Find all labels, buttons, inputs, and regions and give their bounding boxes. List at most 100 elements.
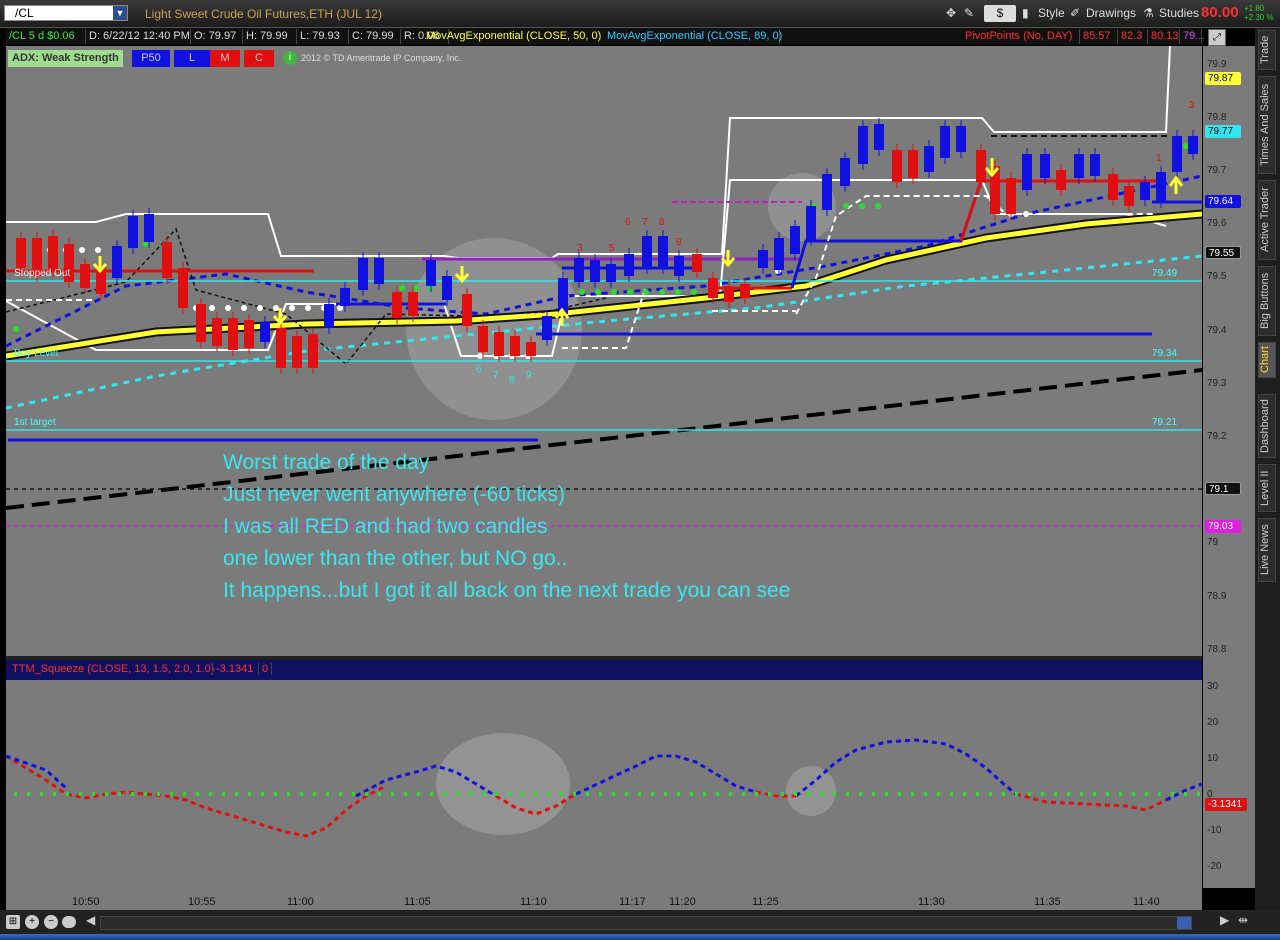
tab-big-buttons[interactable]: Big Buttons <box>1258 266 1276 336</box>
candle-body <box>128 216 138 248</box>
candle-body <box>642 236 652 268</box>
annotation-line-5: It happens...but I got it all back on th… <box>223 579 791 602</box>
count-number: 9 <box>526 370 532 381</box>
tab-dashboard[interactable]: Dashboard <box>1258 394 1276 458</box>
level-7921-label: 79.21 <box>1152 417 1178 428</box>
chart-info-bar: /CL 5 d $0.06 D: 6/22/12 12:40 PM O: 79.… <box>6 28 1204 45</box>
zoom-in-icon[interactable]: + <box>25 915 39 929</box>
count-number: 7 <box>493 370 499 381</box>
candle-body <box>292 336 302 368</box>
time-scrollbar[interactable] <box>100 916 1192 930</box>
momentum-blue-2 <box>575 754 757 796</box>
price-axis[interactable]: 79.9 79.8 79.7 79.6 79.5 79.4 79.3 79.2 … <box>1203 46 1255 888</box>
candle-body <box>1006 178 1016 214</box>
squeeze-panel[interactable]: TTM_Squeeze (CLOSE, 13, 1.5, 2.0, 1.0) -… <box>6 660 1202 888</box>
m-button[interactable]: M <box>210 50 240 67</box>
symbol-input[interactable]: /CL ▼ <box>4 5 128 21</box>
expand-icon[interactable]: ⇹ <box>1238 913 1248 927</box>
candle-body <box>162 242 172 278</box>
annotation-line-1: Worst trade of the day <box>223 451 430 474</box>
style-button[interactable]: Style <box>1038 5 1065 22</box>
tab-level-ii[interactable]: Level II <box>1258 464 1276 512</box>
bar-high: H: 79.99 <box>243 29 297 44</box>
candle-body <box>840 158 850 186</box>
count-number: 9 <box>676 237 682 248</box>
candle-body <box>358 258 368 290</box>
price-tick: 79.9 <box>1207 59 1227 70</box>
c-button[interactable]: C <box>244 50 274 67</box>
candle-body <box>874 124 884 150</box>
price-chart[interactable]: 6 7 8 9 3 5 6 7 8 9 1 3 Stopped Out Buy … <box>6 46 1202 656</box>
crosshair-tool-icon[interactable]: ✥ <box>946 5 956 22</box>
candle-body <box>822 174 832 210</box>
candle-body <box>858 126 868 164</box>
drawing-tool-icon[interactable]: ⊞ <box>6 915 20 929</box>
candle-body <box>1156 172 1166 202</box>
ema89-label[interactable]: MovAvgExponential (CLOSE, 89, 0) <box>604 29 782 44</box>
pivot-more: 79... <box>1180 29 1204 44</box>
tab-trade[interactable]: Trade <box>1258 30 1276 70</box>
squeeze-tick: 10 <box>1207 753 1219 764</box>
zoom-out-icon[interactable]: − <box>44 915 58 929</box>
candle-body <box>1056 170 1066 190</box>
squeeze-tick: 20 <box>1207 717 1219 728</box>
info-icon[interactable]: i <box>283 51 297 65</box>
time-scrollbar-thumb[interactable] <box>1177 917 1191 929</box>
wrench-icon[interactable]: ✎ <box>964 5 974 22</box>
candle-body <box>908 150 918 178</box>
candle-body <box>1022 154 1032 190</box>
dollar-button[interactable]: $ <box>984 5 1016 22</box>
studies-button[interactable]: Studies <box>1159 5 1199 22</box>
candle-body <box>774 238 784 270</box>
pivot-r1: 85.57 <box>1080 29 1118 44</box>
adx-badge[interactable]: ADX: Weak Strength <box>8 50 123 67</box>
candle-body <box>892 150 902 182</box>
drawings-button[interactable]: Drawings <box>1086 5 1136 22</box>
price-tick: 79.2 <box>1207 431 1227 442</box>
price-tag-blue: 79.64 <box>1205 195 1241 208</box>
candle-body <box>112 246 122 278</box>
candle-body <box>1074 154 1084 178</box>
count-number: 3 <box>577 243 583 254</box>
candle-body <box>48 236 58 272</box>
right-sidebar: Trade Times And Sales Active Trader Big … <box>1255 28 1280 912</box>
pivot-s1: 80.13 <box>1148 29 1180 44</box>
tab-times-and-sales[interactable]: Times And Sales <box>1258 76 1276 174</box>
upper-band <box>6 46 1171 259</box>
candle-body <box>392 292 402 318</box>
price-change-pct: +2.30 % <box>1244 13 1274 22</box>
first-target-label: 1st target <box>14 417 56 428</box>
candle-body <box>758 250 768 268</box>
tab-live-news[interactable]: Live News <box>1258 518 1276 582</box>
squeeze-tick: -10 <box>1207 825 1222 836</box>
candle-body <box>80 264 90 288</box>
tab-active-trader[interactable]: Active Trader <box>1258 180 1276 260</box>
time-tick: 11:35 <box>1034 896 1061 908</box>
count-number: 3 <box>1189 100 1195 111</box>
ema50-label[interactable]: MovAvgExponential (CLOSE, 50, 0) <box>423 29 601 44</box>
symbol-dropdown-icon[interactable]: ▼ <box>113 6 127 20</box>
maximize-chart-icon[interactable]: ⤢ <box>1208 29 1226 46</box>
p50-button[interactable]: P50 <box>132 50 170 67</box>
last-price: 80.00 <box>1201 4 1239 21</box>
bar-open: O: 79.97 <box>191 29 243 44</box>
price-change-abs: +1.80 <box>1244 4 1265 13</box>
bar-close: C: 79.99 <box>349 29 401 44</box>
candle-body <box>408 292 418 316</box>
time-axis[interactable]: 10:50 10:55 11:00 11:05 11:10 11:17 11:2… <box>6 888 1202 910</box>
candle-body <box>228 318 238 350</box>
price-tick: 78.8 <box>1207 644 1227 655</box>
symbol-text: /CL <box>15 6 34 20</box>
tab-chart[interactable]: Chart <box>1258 342 1276 378</box>
candle-body <box>924 146 934 172</box>
l-button[interactable]: L <box>174 50 210 67</box>
scroll-right-icon[interactable]: ▶ <box>1220 913 1229 927</box>
scroll-left-icon[interactable]: ◀ <box>86 913 95 927</box>
candle-body <box>1188 136 1198 154</box>
candle-body <box>976 150 986 182</box>
candle-body <box>374 258 384 284</box>
candle-body <box>478 326 488 352</box>
pivot-label[interactable]: PivotPoints (No, DAY) <box>962 29 1080 44</box>
candles[interactable] <box>16 118 1198 374</box>
pan-icon[interactable] <box>62 916 76 928</box>
